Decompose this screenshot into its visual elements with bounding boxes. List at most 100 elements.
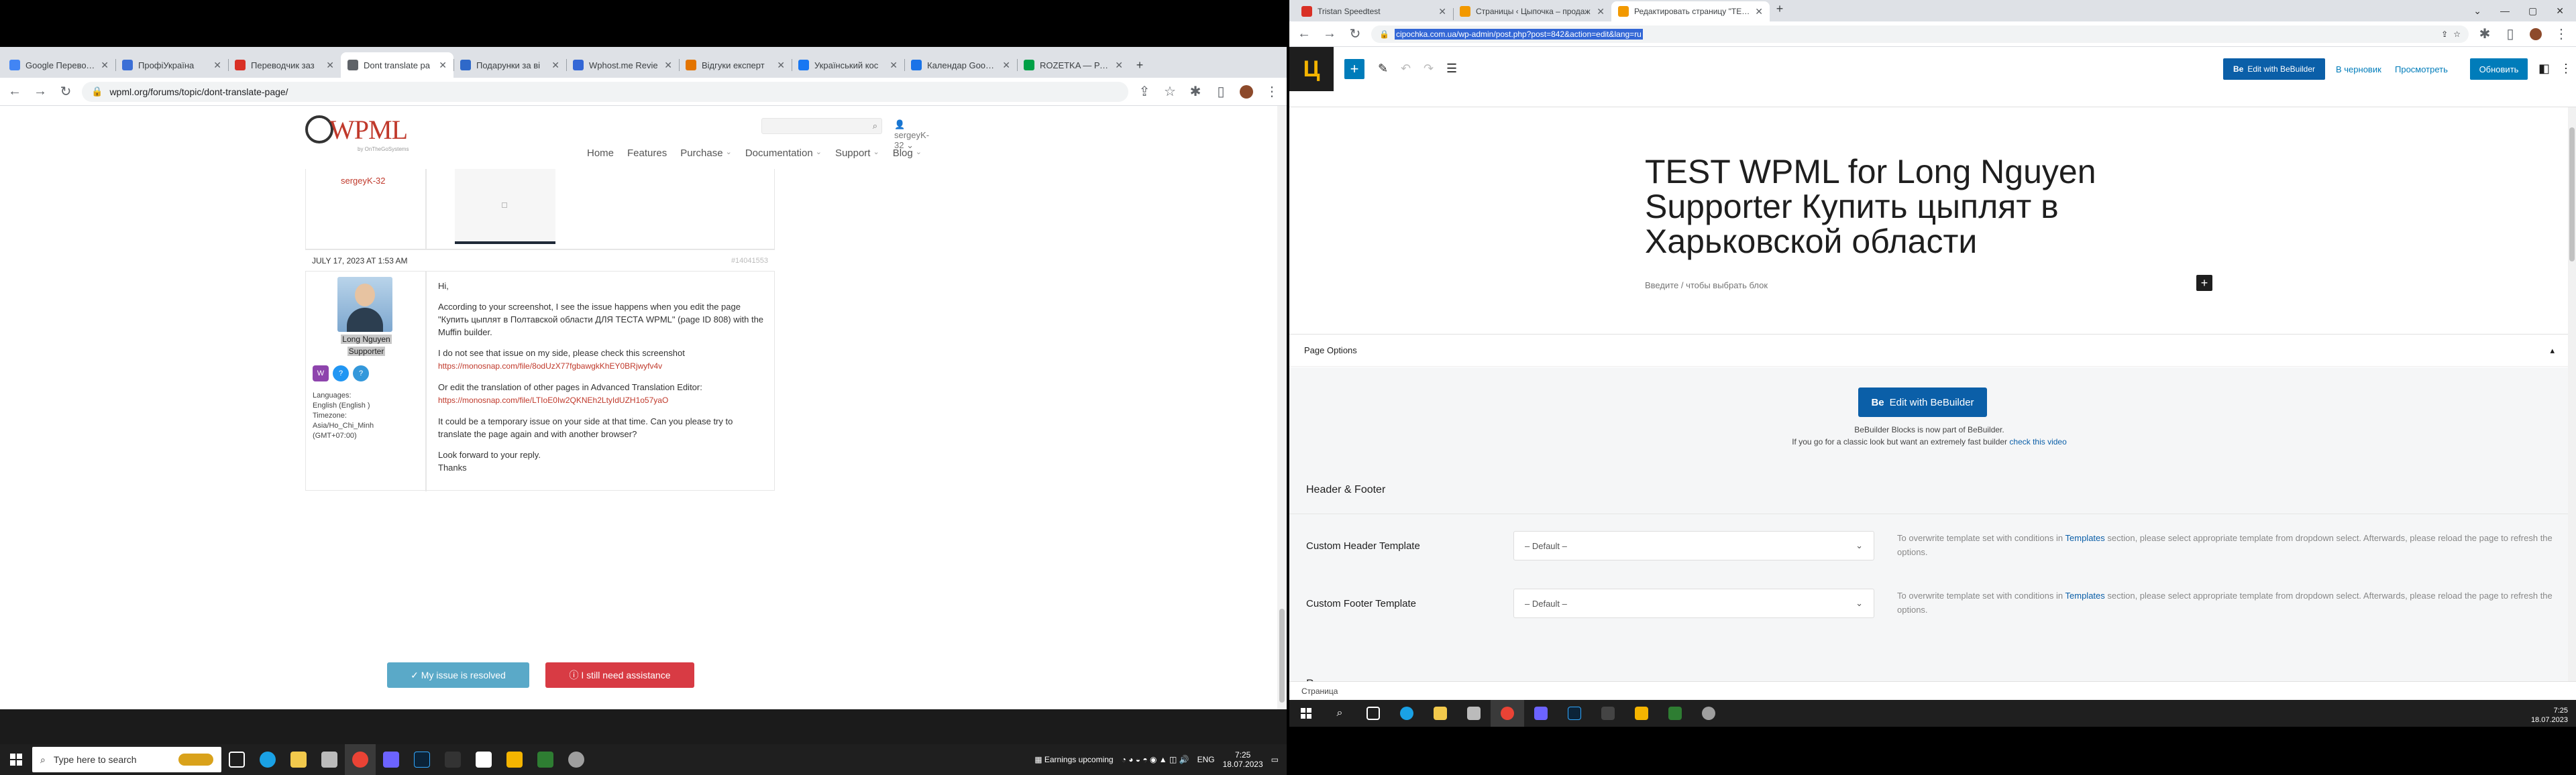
maximize-icon[interactable]: ▢ — [2528, 5, 2537, 17]
clock[interactable]: 7:25 18.07.2023 — [1223, 750, 1263, 769]
chevron-down-icon[interactable]: ⌄ — [2473, 5, 2481, 17]
windows-start-icon[interactable] — [1289, 700, 1323, 727]
scrollbar-thumb[interactable] — [2569, 127, 2575, 261]
search-icon[interactable]: ⌕ — [873, 121, 877, 131]
tab-close-icon[interactable]: ✕ — [1597, 6, 1605, 17]
nav-item[interactable]: Support — [835, 147, 871, 159]
windows-start-icon[interactable] — [0, 744, 32, 775]
screenshot-link[interactable]: https://monosnap.com/file/8odUzX77fgbawg… — [438, 361, 662, 371]
undo-icon[interactable]: ↶ — [1401, 62, 1411, 76]
extensions-icon[interactable]: ✱ — [2475, 25, 2494, 44]
menu-icon[interactable]: ⋮ — [2552, 25, 2571, 44]
photoshop-icon[interactable] — [1558, 700, 1591, 727]
tab-close-icon[interactable]: ✕ — [326, 60, 334, 71]
profile-avatar[interactable] — [2526, 25, 2545, 44]
site-search-input[interactable]: ⌕ — [761, 118, 882, 134]
tab-close-icon[interactable]: ✕ — [1438, 6, 1446, 17]
translation-editor-link[interactable]: https://monosnap.com/file/LTIoE0Iw2QKNEh… — [438, 396, 668, 405]
close-icon[interactable]: ✕ — [2556, 5, 2564, 17]
add-block-button[interactable]: + — [1344, 59, 1364, 79]
editor-breadcrumb[interactable]: Страница — [1289, 681, 2576, 700]
screenshot-thumbnail[interactable] — [455, 169, 555, 244]
address-bar[interactable]: 🔒 wpml.org/forums/topic/dont-translate-p… — [82, 81, 1128, 102]
app-gray-icon[interactable] — [561, 744, 592, 775]
edit-with-bebuilder-button[interactable]: Be Edit with BeBuilder — [2223, 58, 2325, 80]
browser-tab[interactable]: Wphost.me Revie ✕ — [566, 52, 679, 78]
browser-tab[interactable]: Відгуки експерт ✕ — [679, 52, 792, 78]
tab-close-icon[interactable]: ✕ — [777, 60, 785, 71]
cipochka-app-icon[interactable] — [499, 744, 530, 775]
nav-item[interactable]: Documentation — [745, 147, 813, 159]
app-64-icon[interactable] — [1658, 700, 1692, 727]
task-view-icon[interactable] — [1356, 700, 1390, 727]
extensions-icon[interactable]: ✱ — [1186, 82, 1205, 101]
wpml-logo[interactable]: WPML — [329, 114, 408, 145]
tab-close-icon[interactable]: ✕ — [1115, 60, 1123, 71]
chrome-icon[interactable] — [345, 744, 376, 775]
tab-close-icon[interactable]: ✕ — [439, 60, 447, 71]
store-icon[interactable] — [1457, 700, 1491, 727]
check-video-link[interactable]: check this video — [2009, 437, 2066, 446]
browser-tab[interactable]: Календар Google ✕ — [904, 52, 1017, 78]
settings-sidebar-icon[interactable]: ◧ — [2538, 62, 2550, 76]
edge-icon[interactable] — [1390, 700, 1424, 727]
browser-tab[interactable]: ROZETKA — Резул ✕ — [1017, 52, 1130, 78]
browser-tab[interactable]: Переводчик заз ✕ — [228, 52, 341, 78]
share-icon[interactable]: ⇪ — [2441, 29, 2448, 39]
app-purple-icon[interactable] — [1524, 700, 1558, 727]
address-bar[interactable]: 🔒 cipochka.com.ua/wp-admin/post.php?post… — [1371, 25, 2469, 43]
chrome-icon[interactable] — [1491, 700, 1524, 727]
minimize-icon[interactable]: — — [2500, 5, 2510, 16]
list-view-icon[interactable]: ☰ — [1446, 62, 1457, 76]
post-title[interactable]: TEST WPML for Long Nguyen Supporter Купи… — [1645, 154, 2141, 259]
search-icon[interactable]: ⌕ — [1323, 700, 1356, 727]
weather-widget[interactable]: ▦ Earnings upcoming — [1034, 755, 1113, 764]
user-menu[interactable]: 👤 sergeyK-32 ⌄ — [894, 119, 929, 151]
templates-link[interactable]: Templates — [2065, 533, 2105, 543]
browser-tab[interactable]: ПрофіУкраїна ✕ — [115, 52, 228, 78]
reload-icon[interactable]: ↻ — [1346, 25, 1364, 44]
inserter-plus-button[interactable]: + — [2196, 275, 2212, 291]
update-button[interactable]: Обновить — [2470, 58, 2528, 80]
author-name[interactable]: Long Nguyen — [326, 335, 407, 344]
tab-close-icon[interactable]: ✕ — [1002, 60, 1010, 71]
media-player-icon[interactable] — [1591, 700, 1625, 727]
tab-close-icon[interactable]: ✕ — [101, 60, 109, 71]
reload-icon[interactable]: ↻ — [56, 82, 75, 101]
browser-tab[interactable]: Dont translate pa ✕ — [341, 52, 453, 78]
browser-tab[interactable]: Страницы ‹ Цыпочка – продаж ✕ — [1453, 1, 1611, 21]
menu-icon[interactable]: ⋮ — [1263, 82, 1281, 101]
browser-tab[interactable]: Google Переводч ✕ — [3, 52, 115, 78]
editor-scrollbar[interactable] — [2568, 107, 2576, 700]
options-icon[interactable]: ⋮ — [2560, 62, 2572, 76]
tray-icons[interactable]: ◔ ◕ ◒ ◓ ◉ ▲ ◫ 🔊 — [1122, 755, 1189, 764]
notification-icon[interactable]: ▭ — [1271, 755, 1279, 764]
store-icon[interactable] — [314, 744, 345, 775]
block-placeholder[interactable]: Введите / чтобы выбрать блок — [1645, 280, 1768, 290]
custom-header-select[interactable]: – Default – ⌄ — [1513, 531, 1874, 560]
nav-item[interactable]: Features — [627, 147, 667, 159]
browser-tab[interactable]: Редактировать страницу "TEST ✕ — [1611, 1, 1770, 21]
tab-close-icon[interactable]: ✕ — [664, 60, 672, 71]
media-player-icon[interactable] — [437, 744, 468, 775]
edit-with-bebuilder-large-button[interactable]: Be Edit with BeBuilder — [1858, 388, 1987, 417]
new-tab-button[interactable]: + — [1770, 0, 1790, 21]
tab-close-icon[interactable]: ✕ — [213, 60, 221, 71]
browser-tab[interactable]: Український кос ✕ — [792, 52, 904, 78]
bookmark-star-icon[interactable]: ☆ — [2453, 29, 2461, 39]
chevron-up-icon[interactable]: ▴ — [2550, 345, 2555, 356]
templates-link[interactable]: Templates — [2065, 591, 2105, 601]
browser-tab[interactable]: Tristan Speedtest ✕ — [1295, 1, 1453, 21]
back-icon[interactable]: ← — [5, 82, 24, 101]
app-white-icon[interactable] — [468, 744, 499, 775]
nav-item[interactable]: Home — [587, 147, 614, 159]
tab-close-icon[interactable]: ✕ — [551, 60, 559, 71]
task-view-icon[interactable] — [221, 744, 252, 775]
browser-tab[interactable]: Подарунки за ві ✕ — [453, 52, 566, 78]
site-logo-icon[interactable]: Ц — [1289, 47, 1334, 91]
photoshop-icon[interactable] — [407, 744, 437, 775]
tab-close-icon[interactable]: ✕ — [1755, 6, 1763, 17]
sidebar-icon[interactable]: ▯ — [2501, 25, 2520, 44]
page-options-header[interactable]: Page Options ▴ — [1289, 335, 2569, 367]
issue-resolved-button[interactable]: ✓ My issue is resolved — [387, 662, 529, 688]
